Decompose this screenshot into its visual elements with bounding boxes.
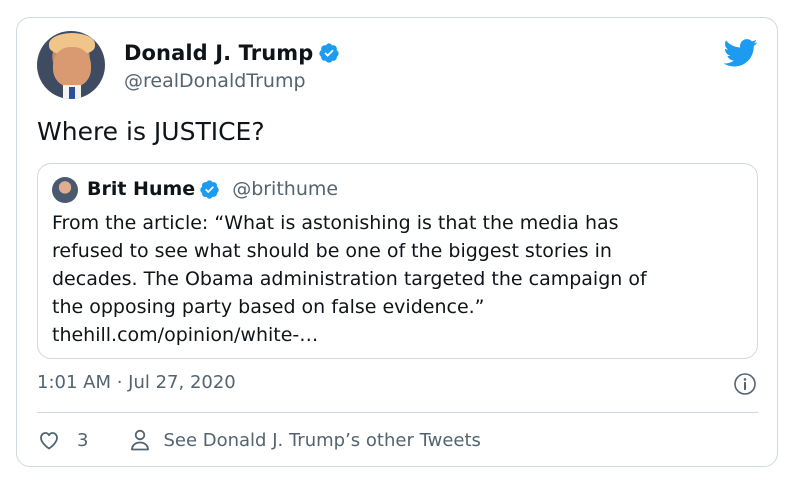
verified-badge-icon bbox=[319, 43, 339, 63]
quoted-author-handle[interactable]: @brithume bbox=[232, 178, 338, 200]
avatar-tie bbox=[69, 87, 75, 99]
quoted-text-line: decades. The Obama administration target… bbox=[52, 268, 647, 290]
quoted-author-avatar[interactable] bbox=[52, 177, 78, 203]
author-handle[interactable]: @realDonaldTrump bbox=[124, 70, 306, 92]
quoted-text-line: the opposing party based on false eviden… bbox=[52, 296, 485, 318]
quoted-text-line: refused to see what should be one of the… bbox=[52, 240, 612, 262]
tweet-timestamp[interactable]: 1:01 AM · Jul 27, 2020 bbox=[37, 372, 236, 393]
info-icon[interactable] bbox=[733, 372, 757, 396]
quoted-tweet-text: From the article: “What is astonishing i… bbox=[52, 209, 742, 349]
divider bbox=[37, 412, 758, 413]
author-name-row[interactable]: Donald J. Trump bbox=[124, 41, 340, 65]
tweet-card[interactable]: Donald J. Trump @realDonaldTrump Where i… bbox=[16, 17, 778, 467]
quoted-text-line: From the article: “What is astonishing i… bbox=[52, 212, 619, 234]
quoted-author-display-name[interactable]: Brit Hume bbox=[87, 178, 195, 200]
quoted-tweet[interactable]: Brit Hume @brithume From the article: “W… bbox=[37, 163, 758, 359]
quoted-author-row[interactable]: Brit Hume @brithume bbox=[87, 178, 338, 200]
twitter-bird-icon[interactable] bbox=[724, 39, 758, 67]
like-count: 3 bbox=[77, 429, 89, 451]
see-other-tweets-link[interactable]: See Donald J. Trump’s other Tweets bbox=[163, 430, 480, 451]
person-icon[interactable] bbox=[129, 428, 151, 452]
tweet-actions: 3 See Donald J. Trump’s other Tweets bbox=[37, 428, 481, 452]
author-display-name[interactable]: Donald J. Trump bbox=[124, 41, 313, 65]
avatar-face bbox=[53, 47, 91, 87]
quoted-link[interactable]: thehill.com/opinion/white-… bbox=[52, 321, 742, 349]
author-avatar[interactable] bbox=[37, 31, 105, 99]
heart-icon[interactable] bbox=[37, 428, 61, 452]
tweet-text: Where is JUSTICE? bbox=[37, 117, 265, 146]
verified-badge-icon bbox=[200, 179, 219, 199]
